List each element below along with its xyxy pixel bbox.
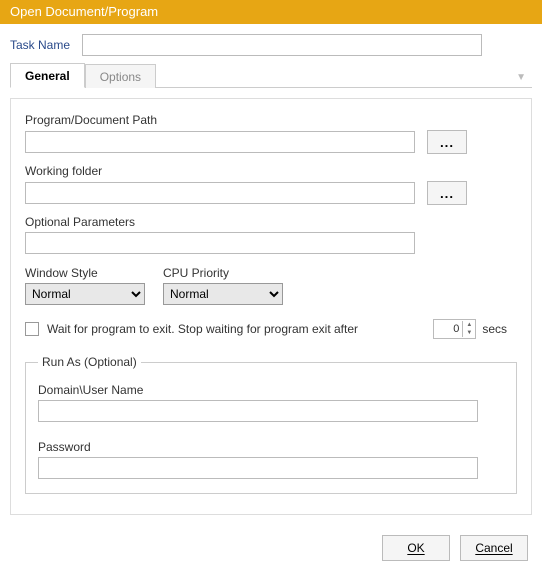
general-panel: Program/Document Path ... Working folder… — [10, 98, 532, 515]
tab-general[interactable]: General — [10, 63, 85, 88]
optional-params-label: Optional Parameters — [25, 215, 517, 229]
window-style-select[interactable]: Normal — [25, 283, 145, 305]
wait-label: Wait for program to exit. Stop waiting f… — [47, 322, 358, 336]
spinner-up-icon[interactable]: ▲ — [463, 321, 475, 329]
cancel-button[interactable]: Cancel — [460, 535, 528, 561]
password-input[interactable] — [38, 457, 478, 479]
cpu-priority-select[interactable]: Normal — [163, 283, 283, 305]
ok-button[interactable]: OK — [382, 535, 450, 561]
window-title: Open Document/Program — [10, 4, 158, 19]
task-name-row: Task Name — [0, 24, 542, 62]
optional-params-input[interactable] — [25, 232, 415, 254]
password-label: Password — [38, 440, 504, 454]
chevron-down-icon[interactable]: ▼ — [510, 68, 532, 87]
working-folder-input[interactable] — [25, 182, 415, 204]
domain-user-label: Domain\User Name — [38, 383, 504, 397]
program-path-label: Program/Document Path — [25, 113, 517, 127]
tab-strip: General Options ▼ — [10, 62, 532, 88]
window-style-label: Window Style — [25, 266, 145, 280]
dialog-footer: OK Cancel — [0, 525, 542, 575]
program-path-input[interactable] — [25, 131, 415, 153]
task-name-label: Task Name — [10, 38, 70, 52]
run-as-group: Run As (Optional) Domain\User Name Passw… — [25, 355, 517, 494]
title-bar: Open Document/Program — [0, 0, 542, 24]
browse-folder-button[interactable]: ... — [427, 181, 467, 205]
cpu-priority-label: CPU Priority — [163, 266, 283, 280]
wait-seconds-spinner[interactable]: 0 ▲ ▼ — [433, 319, 476, 339]
spinner-down-icon[interactable]: ▼ — [463, 329, 475, 337]
working-folder-label: Working folder — [25, 164, 517, 178]
tab-options[interactable]: Options — [85, 64, 156, 88]
wait-seconds-value: 0 — [434, 323, 462, 335]
browse-path-button[interactable]: ... — [427, 130, 467, 154]
wait-checkbox[interactable] — [25, 322, 39, 336]
wait-unit-label: secs — [482, 322, 507, 336]
domain-user-input[interactable] — [38, 400, 478, 422]
task-name-input[interactable] — [82, 34, 482, 56]
run-as-legend: Run As (Optional) — [38, 355, 141, 369]
